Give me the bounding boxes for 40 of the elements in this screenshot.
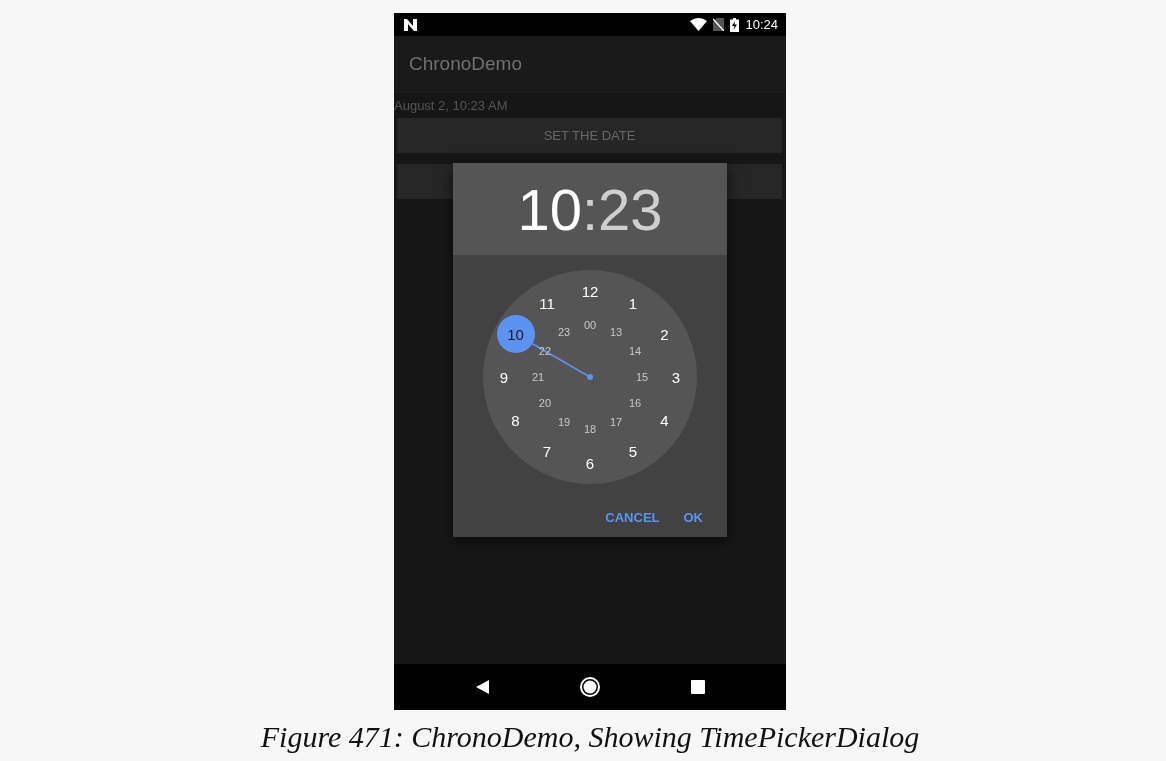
hour-number[interactable]: 8 bbox=[511, 412, 520, 428]
home-icon[interactable] bbox=[578, 676, 601, 698]
hour-number[interactable]: 21 bbox=[531, 371, 545, 383]
hour-number[interactable]: 12 bbox=[581, 283, 599, 299]
recents-icon[interactable] bbox=[690, 680, 705, 694]
dialog-action-button[interactable]: OK bbox=[675, 504, 711, 531]
back-icon[interactable] bbox=[475, 680, 489, 694]
hour-number[interactable]: 20 bbox=[538, 397, 552, 409]
status-time: 10:24 bbox=[745, 17, 778, 32]
figure-caption: Figure 471: ChronoDemo, Showing TimePickerDialog bbox=[260, 720, 920, 753]
hour-number[interactable]: 7 bbox=[542, 443, 552, 459]
n-logo-icon bbox=[404, 18, 417, 31]
hour-number[interactable]: 13 bbox=[609, 326, 623, 338]
clock-hand bbox=[531, 342, 593, 380]
battery-charging-icon bbox=[730, 17, 740, 32]
no-sim-icon bbox=[713, 18, 725, 31]
time-digits[interactable]: 10 bbox=[517, 175, 582, 243]
hour-number[interactable]: 18 bbox=[583, 423, 597, 435]
hour-number[interactable]: 17 bbox=[609, 416, 623, 428]
time-digits[interactable]: : bbox=[581, 175, 599, 243]
hour-number[interactable]: 14 bbox=[628, 345, 642, 357]
hour-number[interactable]: 23 bbox=[557, 326, 571, 338]
hour-number[interactable]: 5 bbox=[628, 443, 638, 459]
hour-number[interactable]: 15 bbox=[635, 371, 649, 383]
set-date-button[interactable]: SET THE DATE bbox=[397, 118, 782, 153]
hour-number[interactable]: 1 bbox=[628, 295, 638, 310]
date-text: August 2, 10:23 AM bbox=[394, 97, 509, 115]
hour-number[interactable]: 2 bbox=[660, 326, 669, 342]
hour-number[interactable]: 19 bbox=[557, 416, 571, 428]
hour-number[interactable]: 16 bbox=[628, 397, 642, 409]
hour-number[interactable]: 4 bbox=[660, 412, 669, 428]
wifi-icon bbox=[690, 18, 708, 31]
time-digits[interactable]: 23 bbox=[598, 175, 663, 243]
hour-number[interactable]: 6 bbox=[585, 455, 595, 471]
hour-number[interactable]: 00 bbox=[583, 319, 597, 331]
dialog-action-button[interactable]: CANCEL bbox=[597, 504, 668, 531]
hour-number[interactable]: 11 bbox=[539, 295, 555, 310]
app-title: ChronoDemo bbox=[409, 53, 522, 75]
hour-number[interactable]: 3 bbox=[671, 369, 681, 385]
hour-number[interactable]: 9 bbox=[499, 369, 509, 385]
